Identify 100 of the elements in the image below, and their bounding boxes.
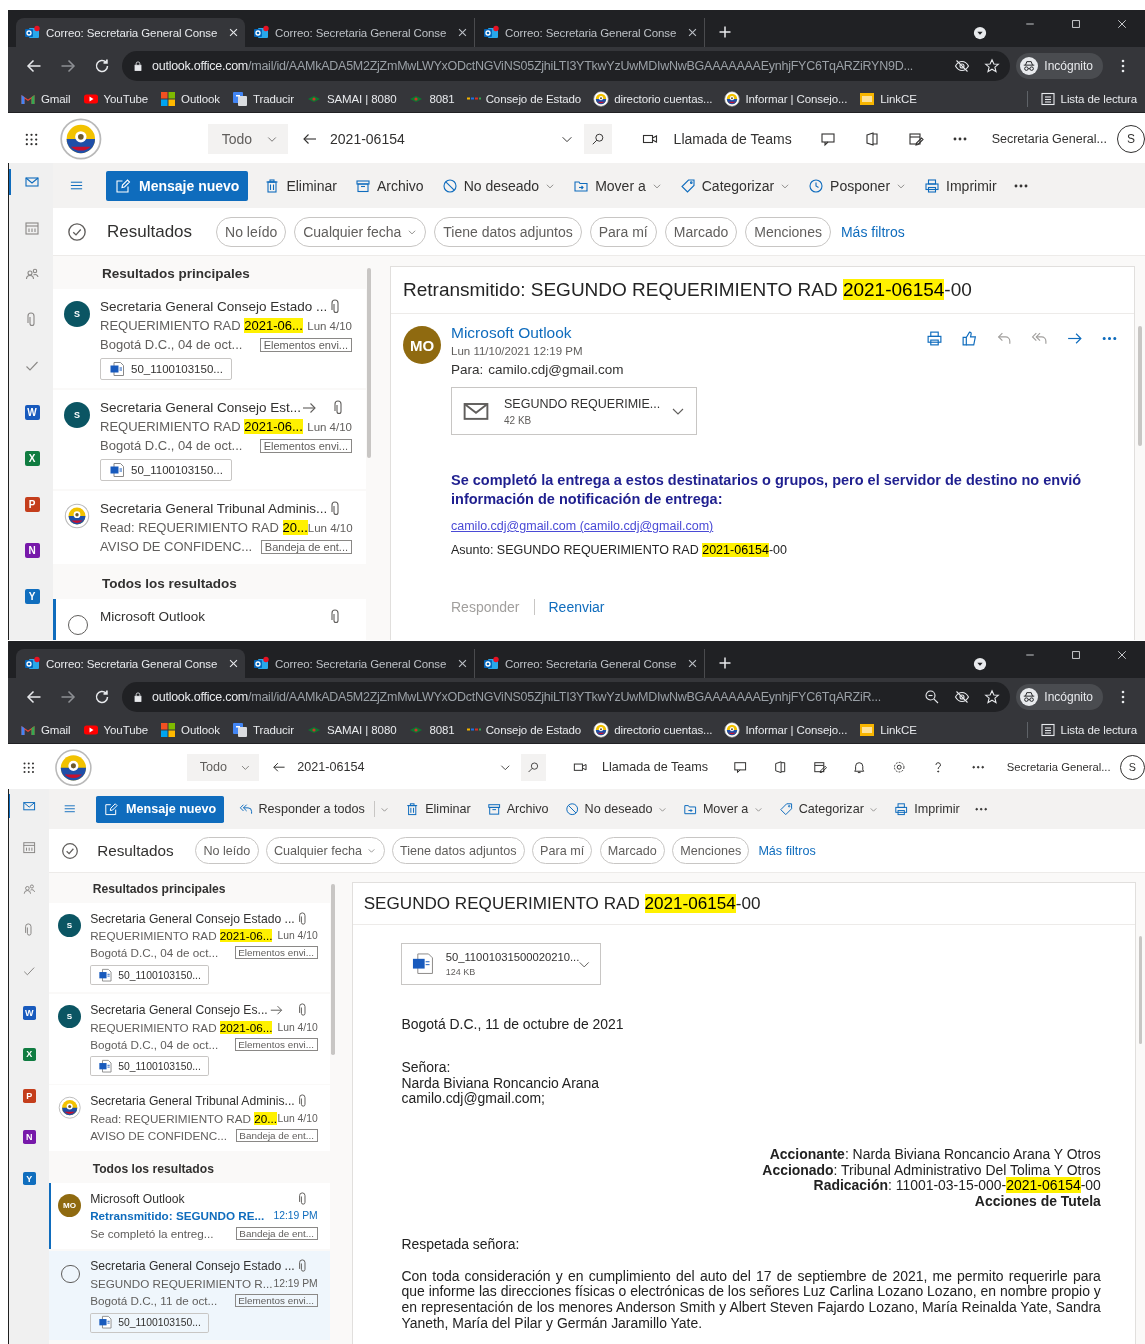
message-item[interactable]: Secretaria General Tribunal Adminis... Read: REQUERIMIENTO RAD 20...Lun 4/10 AVISO DE CONFIDENC... Bandeja de ent... — [48, 1085, 331, 1152]
teams-call-button[interactable]: Llamada de Teams — [573, 760, 709, 775]
attachment-card[interactable]: SEGUNDO REQUERIMIE... 42 KB — [451, 387, 697, 435]
filter-chip[interactable]: No leído — [216, 216, 287, 247]
toolbar-button[interactable]: Mover a — [681, 802, 765, 817]
eye-slash-icon[interactable] — [954, 689, 971, 705]
rail-item[interactable]: N — [9, 1125, 49, 1149]
reload-icon[interactable] — [94, 689, 110, 705]
email-link[interactable]: camilo.cdj@gmail.com (camilo.cdj@gmail.com) — [451, 519, 1122, 533]
account-name[interactable]: Secretaria General... — [991, 132, 1107, 146]
rail-item[interactable]: W — [9, 399, 53, 425]
more-filters-link[interactable]: Más filtros — [758, 843, 816, 858]
attachment-chip[interactable]: 50_1100103150... — [90, 1056, 209, 1077]
sender-name[interactable]: Microsoft Outlook — [451, 324, 916, 342]
printer-icon[interactable] — [926, 330, 943, 347]
rail-item[interactable]: X — [9, 445, 53, 471]
incognito-profile-button[interactable]: Incógnito — [1016, 53, 1103, 79]
address-bar[interactable]: outlook.office.com/mail/id/AAMkADA5M2ZjZmMwLWYxODctNGViNS05ZjhiLTI3YTkwYzUwMDIwNwBGAAAAAAAEynhjFYC6TqARZiR... — [122, 682, 1011, 712]
bookmark[interactable]: SAMAI | 8080 — [305, 90, 397, 107]
bell-icon[interactable] — [852, 760, 867, 775]
reading-list-button[interactable]: Lista de lectura — [1039, 90, 1137, 107]
scrollbar-thumb[interactable] — [1138, 326, 1142, 446]
bookmark[interactable]: Gmail — [20, 721, 71, 738]
toolbar-button[interactable]: Eliminar — [262, 177, 339, 194]
tab-search-icon[interactable] — [973, 657, 987, 671]
back-arrow-icon[interactable] — [26, 58, 42, 74]
calendar-pen-icon[interactable] — [907, 131, 924, 147]
bookmark[interactable]: YouTube — [82, 721, 149, 738]
bookmark[interactable]: Outlook — [160, 90, 220, 107]
toolbar-button[interactable]: Mover a — [571, 177, 664, 194]
forward-arrow-icon[interactable] — [60, 58, 76, 74]
toolbar-button[interactable]: Posponer — [806, 177, 909, 194]
calendar-pen-icon[interactable] — [812, 760, 827, 775]
chat-bubble-icon[interactable] — [819, 131, 836, 147]
maximize-icon[interactable] — [1070, 18, 1082, 30]
message-item[interactable]: S Secretaria General Consejo Est... REQUERIMIENTO RAD 2021-06... Lun 4/10 Bogotá D.C., 04 de oct... Elementos envi... 50_1100103150... — [53, 390, 366, 489]
thumbs-up-icon[interactable] — [961, 330, 978, 347]
select-all-icon[interactable] — [67, 221, 87, 242]
address-bar[interactable]: outlook.office.com/mail/id/AAMkADA5M2ZjZmMwLWYxODctNGViNS05ZjhiLTI3YTkwYzUwMDIwNwBGAAAAAAAEynhjFYC6TqARZiRYN9D... — [122, 51, 1011, 81]
toolbar-button[interactable]: Imprimir — [922, 177, 999, 194]
rail-item[interactable]: Y — [9, 583, 53, 609]
filter-chip[interactable]: Tiene datos adjuntos — [434, 216, 582, 247]
attachment-chip[interactable]: 50_1100103150... — [90, 1312, 209, 1333]
attachment-chip[interactable]: 50_1100103150... — [100, 358, 232, 380]
scrollbar-thumb[interactable] — [367, 268, 371, 458]
star-icon[interactable] — [984, 689, 1001, 705]
filter-chip[interactable]: Para mí — [589, 216, 657, 247]
rail-item[interactable]: P — [9, 491, 53, 517]
bookmark[interactable]: Gmail — [20, 90, 71, 107]
filter-chip[interactable]: Tiene datos adjuntos — [391, 837, 525, 865]
attachment-chip[interactable]: 50_1100103150... — [90, 965, 209, 985]
search-field[interactable]: Todo 2021-06154 — [207, 124, 612, 154]
eye-slash-icon[interactable] — [954, 58, 971, 74]
forward-arrow-icon[interactable] — [1066, 330, 1083, 347]
toolbar-button[interactable]: No deseado — [563, 802, 669, 817]
rail-item[interactable]: Y — [9, 1166, 49, 1191]
bookmark[interactable]: Traducir — [231, 90, 294, 107]
search-field[interactable]: Todo 2021-06154 — [187, 753, 547, 781]
chat-bubble-icon[interactable] — [733, 760, 748, 775]
attachment-chip[interactable]: 50_1100103150... — [100, 459, 232, 481]
toolbar-button[interactable]: Categorizar — [777, 802, 881, 817]
toolbar-button[interactable]: Imprimir — [892, 802, 962, 817]
back-arrow-icon[interactable] — [272, 760, 287, 775]
scrollbar-thumb[interactable] — [1138, 935, 1143, 1044]
bookmark[interactable]: LinkCE — [859, 90, 917, 107]
bookmark[interactable]: Traducir — [231, 721, 294, 738]
reload-icon[interactable] — [94, 58, 110, 74]
toolbar-button[interactable]: Archivo — [352, 177, 426, 194]
attachment-card[interactable]: 50_11001031500020210... 124 KB — [401, 943, 602, 985]
rail-item[interactable]: X — [9, 1042, 49, 1067]
office-icon[interactable] — [772, 760, 788, 775]
bookmark[interactable]: Consejo de Estado — [466, 723, 582, 736]
message-item[interactable]: MO Microsoft Outlook Retransmitido: SEGUNDO RE... 12:19 PM Se completó la entreg... Bandeja de ent... — [48, 1183, 331, 1249]
filter-chip[interactable]: No leído — [195, 837, 259, 865]
forward-button[interactable]: Reenviar — [533, 599, 619, 615]
search-button[interactable] — [583, 124, 612, 154]
bookmark[interactable]: Outlook — [160, 721, 220, 738]
back-arrow-icon[interactable] — [26, 689, 42, 705]
new-tab-icon[interactable] — [717, 655, 733, 671]
star-icon[interactable] — [984, 58, 1001, 74]
toolbar-button[interactable]: Eliminar — [403, 802, 473, 817]
bookmark[interactable]: YouTube — [82, 90, 149, 107]
select-all-icon[interactable] — [61, 841, 80, 860]
new-message-button[interactable]: Mensaje nuevo — [96, 795, 225, 823]
office-icon[interactable] — [863, 131, 880, 147]
bookmark[interactable]: SAMAI | 8080 — [305, 721, 397, 738]
filter-chip[interactable]: Cualquier fecha — [294, 216, 427, 247]
new-tab-icon[interactable] — [717, 24, 733, 40]
toolbar-button[interactable]: No deseado — [439, 177, 558, 194]
reading-list-button[interactable]: Lista de lectura — [1039, 721, 1137, 738]
filter-chip[interactable]: Menciones — [672, 837, 750, 865]
maximize-icon[interactable] — [1070, 649, 1082, 661]
message-item[interactable]: Secretaria General Tribunal Adminis... Read: REQUERIMIENTO RAD 20...Lun 4/10 AVISO DE CONFIDENC... Bandeja de ent... — [53, 491, 366, 564]
teams-call-button[interactable]: Llamada de Teams — [641, 131, 792, 147]
toolbar-button[interactable]: Responder a todos — [236, 801, 391, 818]
account-name[interactable]: Secretaria General... — [1006, 761, 1111, 774]
close-icon[interactable] — [687, 658, 698, 669]
close-icon[interactable] — [687, 27, 698, 38]
new-message-button[interactable]: Mensaje nuevo — [106, 170, 249, 201]
tab-search-icon[interactable] — [973, 26, 987, 40]
